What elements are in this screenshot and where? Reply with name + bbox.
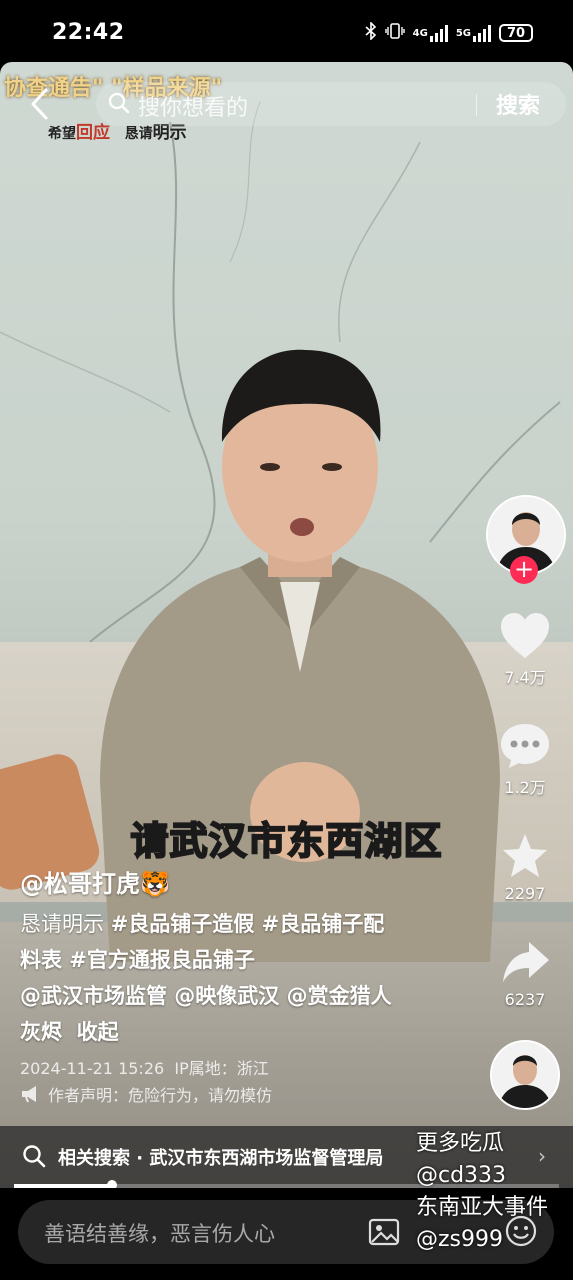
- network-1-label: 4G: [412, 27, 428, 39]
- status-time: 22:42: [52, 20, 125, 45]
- vibrate-icon: [384, 22, 405, 44]
- back-icon[interactable]: [26, 84, 54, 124]
- status-icons: 4G 5G 70: [365, 21, 533, 44]
- declaration-text: 作者声明：危险行为，请勿模仿: [48, 1086, 273, 1105]
- post-description: 恳请明示 #良品铺子造假 #良品铺子配 料表 #官方通报良品铺子 @武汉市场监管…: [20, 906, 460, 1050]
- search-divider: [476, 94, 477, 116]
- signal-bars-icon: [473, 24, 491, 42]
- follow-button[interactable]: +: [510, 556, 538, 584]
- heart-icon: [501, 613, 549, 658]
- bluetooth-icon: [365, 21, 377, 44]
- like-count: 7.4万: [504, 668, 546, 687]
- signal-bars-icon: [429, 24, 448, 42]
- mention-tail[interactable]: 灰烬: [20, 1020, 62, 1044]
- mentions[interactable]: @武汉市场监管 @映像武汉 @赏金猎人: [20, 978, 460, 1014]
- share-button[interactable]: 6237: [490, 938, 560, 1009]
- search-placeholder: 搜你想看的: [138, 96, 249, 121]
- comment-icon: [501, 724, 549, 768]
- hashtag-2[interactable]: #良品铺子配: [254, 912, 385, 936]
- megaphone-icon: [22, 1086, 36, 1103]
- watermark-text: 更多吃瓜 @cd333 东南亚大事件 @zs999: [416, 1128, 548, 1256]
- watermark-line-1: 更多吃瓜: [416, 1131, 505, 1156]
- music-avatar[interactable]: [490, 1040, 560, 1110]
- author-declaration: 作者声明：危险行为，请勿模仿: [20, 1082, 272, 1106]
- status-bar: 22:42 4G 5G 70: [0, 0, 573, 68]
- share-count: 6237: [504, 990, 546, 1009]
- post-datetime: 2024-11-21 15:26: [20, 1059, 165, 1078]
- watermark-line-2: @cd333: [416, 1163, 507, 1188]
- watermark-line-3: 东南亚大事件: [416, 1195, 549, 1220]
- ip-location: IP属地：浙江: [174, 1059, 269, 1078]
- signal-1: 4G: [413, 24, 448, 42]
- battery-indicator: 70: [499, 24, 533, 42]
- hashtag-1[interactable]: #良品铺子造假: [111, 912, 255, 936]
- search-button[interactable]: 搜索: [496, 88, 540, 120]
- network-2-label: 5G: [455, 27, 471, 39]
- watermark-line-4: @zs999: [416, 1227, 504, 1252]
- search-icon: [108, 92, 130, 114]
- desc-plain: 恳请明示: [20, 912, 111, 936]
- search-icon: [22, 1144, 46, 1168]
- image-icon[interactable]: [368, 1216, 400, 1248]
- signal-2: 5G: [456, 24, 491, 42]
- share-icon: [503, 942, 549, 982]
- star-icon: [503, 834, 547, 877]
- related-search-text[interactable]: 相关搜索 · 武汉市东西湖市场监督管理局: [58, 1144, 383, 1170]
- search-input[interactable]: 搜你想看的 搜索: [96, 82, 566, 126]
- post-meta: 2024-11-21 15:26 IP属地：浙江: [20, 1055, 269, 1079]
- comment-button[interactable]: 1.2万: [490, 722, 560, 798]
- favorite-count: 2297: [504, 884, 546, 903]
- top-search-bar: 搜你想看的 搜索: [0, 70, 573, 140]
- collapse-link[interactable]: 收起: [77, 1020, 119, 1044]
- favorite-button[interactable]: 2297: [490, 832, 560, 903]
- comment-placeholder: 善语结善缘，恶言伤人心: [44, 1222, 275, 1246]
- video-subtitle: 请武汉市东西湖区: [129, 818, 443, 864]
- author-name[interactable]: @松哥打虎🐯: [20, 864, 170, 899]
- desc-line-2[interactable]: 料表 #官方通报良品铺子: [20, 942, 460, 978]
- comment-count: 1.2万: [504, 778, 546, 797]
- like-button[interactable]: 7.4万: [490, 612, 560, 688]
